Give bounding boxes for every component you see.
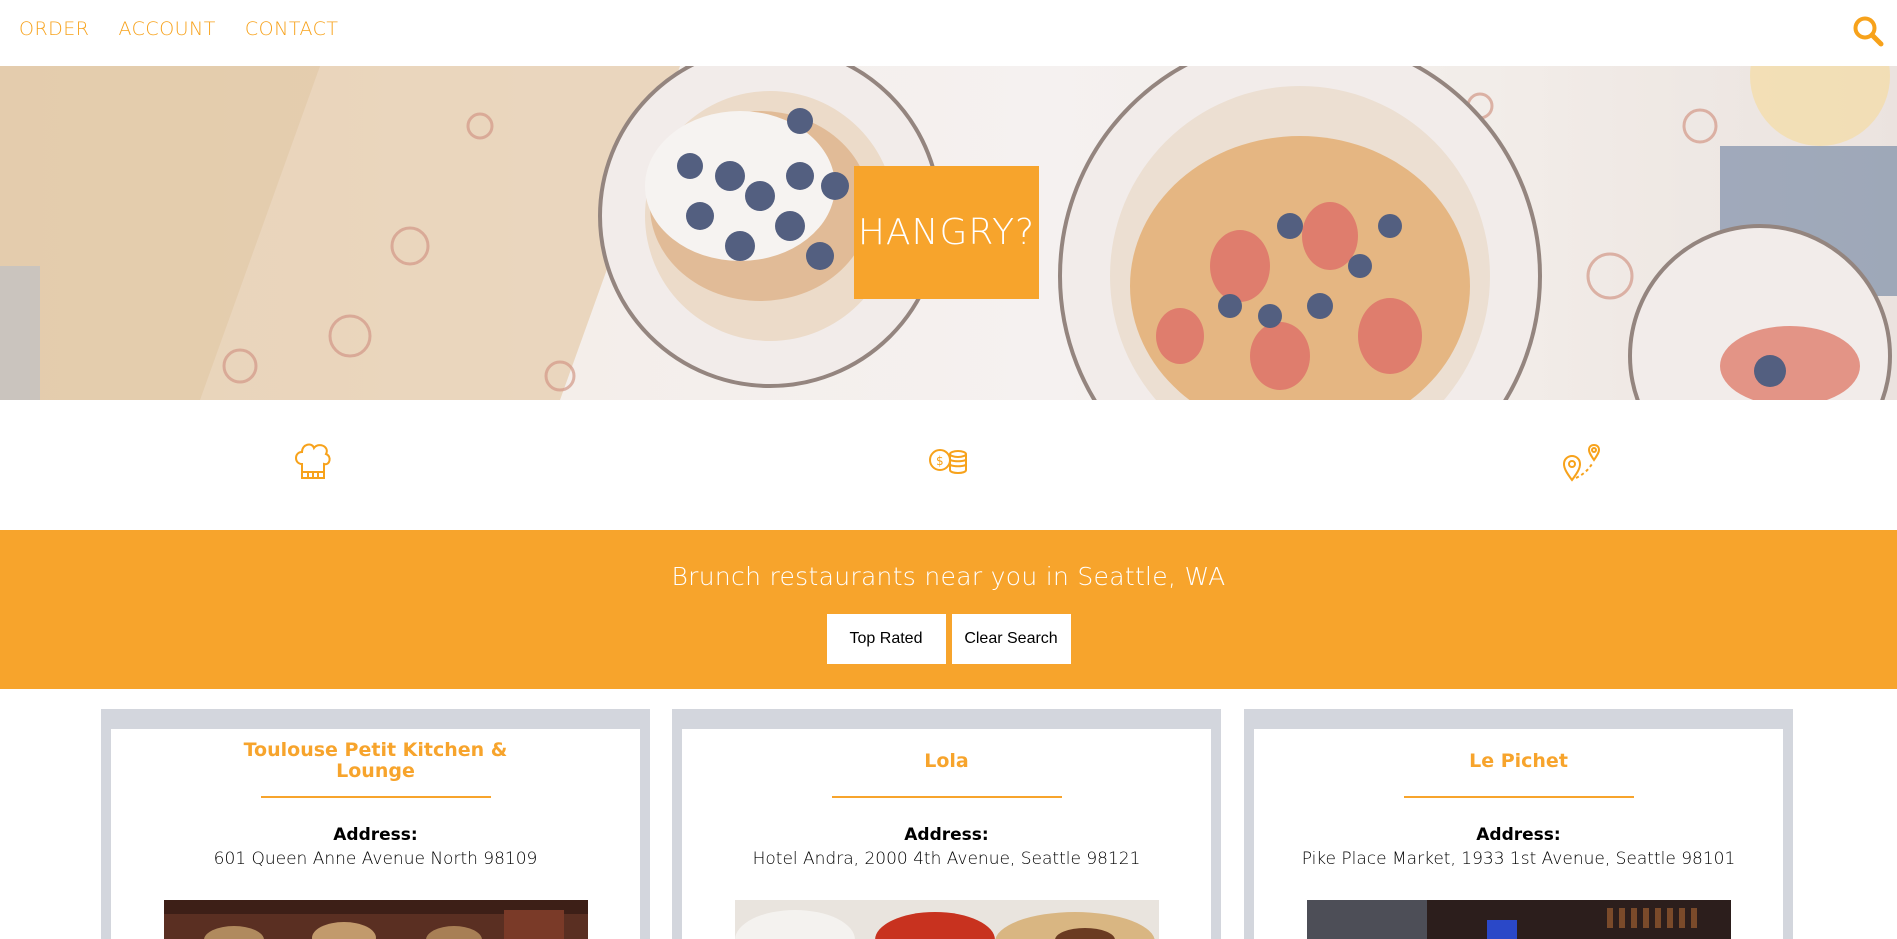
coins-icon: $ — [924, 438, 972, 486]
address-value: 601 Queen Anne Avenue North 98109 — [213, 849, 538, 869]
clear-search-button[interactable]: Clear Search — [951, 614, 1071, 664]
restaurant-cards: Toulouse Petit Kitchen & Lounge Address:… — [0, 709, 1897, 939]
search-banner: Brunch restaurants near you in Seattle, … — [0, 530, 1897, 689]
restaurant-name[interactable]: Toulouse Petit Kitchen & Lounge — [111, 739, 640, 783]
restaurant-card[interactable]: Le Pichet Address: Pike Place Market, 19… — [1244, 709, 1793, 939]
top-nav: ORDER ACCOUNT CONTACT — [0, 0, 1897, 66]
restaurant-name[interactable]: Le Pichet — [1254, 739, 1783, 783]
card-body: Le Pichet Address: Pike Place Market, 19… — [1254, 729, 1783, 939]
filter-buttons: Top Rated Clear Search — [0, 614, 1897, 664]
location-route-icon — [1558, 438, 1606, 486]
address-value: Hotel Andra, 2000 4th Avenue, Seattle 98… — [752, 849, 1141, 869]
restaurant-interior-photo[interactable] — [164, 900, 588, 939]
restaurant-card[interactable]: Toulouse Petit Kitchen & Lounge Address:… — [101, 709, 650, 939]
feature-icons-row: $ — [0, 400, 1897, 530]
address-label: Address: — [904, 825, 989, 845]
hero-banner: HANGRY? — [0, 66, 1897, 400]
restaurant-card[interactable]: Lola Address: Hotel Andra, 2000 4th Aven… — [672, 709, 1221, 939]
search-icon[interactable] — [1851, 14, 1885, 48]
top-rated-button[interactable]: Top Rated — [826, 614, 946, 664]
hero-title: HANGRY? — [854, 166, 1039, 299]
food-plates-photo[interactable] — [735, 900, 1159, 939]
restaurant-name[interactable]: Lola — [682, 739, 1211, 783]
chef-hat-icon — [288, 438, 336, 486]
title-divider — [831, 796, 1062, 798]
address-label: Address: — [1476, 825, 1561, 845]
nav-account-link[interactable]: ACCOUNT — [119, 18, 216, 40]
svg-text:$: $ — [936, 454, 944, 468]
search-results-heading: Brunch restaurants near you in Seattle, … — [671, 562, 1226, 591]
nav-links: ORDER ACCOUNT CONTACT — [19, 18, 339, 40]
title-divider — [1403, 796, 1634, 798]
nav-contact-link[interactable]: CONTACT — [245, 18, 339, 40]
address-value: Pike Place Market, 1933 1st Avenue, Seat… — [1301, 849, 1736, 869]
title-divider — [260, 796, 491, 798]
address-label: Address: — [333, 825, 418, 845]
nav-order-link[interactable]: ORDER — [19, 18, 90, 40]
card-body: Toulouse Petit Kitchen & Lounge Address:… — [111, 729, 640, 939]
bar-interior-photo[interactable] — [1307, 900, 1731, 939]
card-body: Lola Address: Hotel Andra, 2000 4th Aven… — [682, 729, 1211, 939]
